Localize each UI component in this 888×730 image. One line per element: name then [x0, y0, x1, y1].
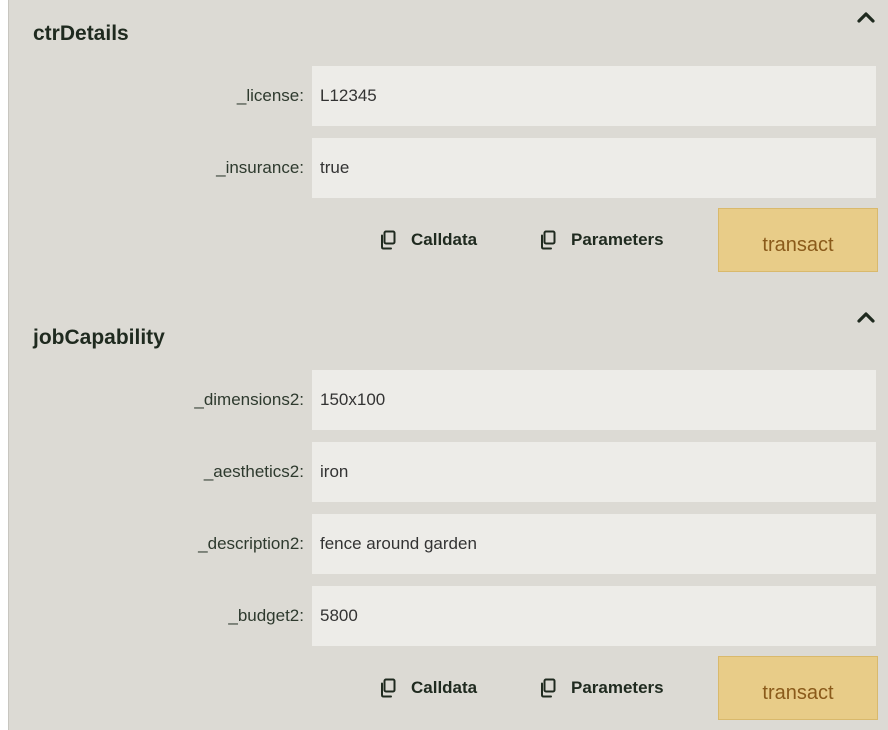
calldata-label: Calldata [411, 678, 478, 697]
copy-calldata-button[interactable]: Calldata [379, 678, 477, 698]
copy-icon [381, 230, 396, 250]
field-row-aesthetics2: _aesthetics2: [9, 442, 888, 504]
budget2-input[interactable] [312, 586, 876, 646]
parameters-label: Parameters [571, 678, 664, 697]
field-label: _dimensions2: [194, 390, 304, 409]
calldata-label: Calldata [411, 230, 478, 249]
section-title: jobCapability [33, 326, 165, 349]
license-input[interactable] [312, 66, 876, 126]
copy-icon [541, 678, 556, 698]
dimensions2-input[interactable] [312, 370, 876, 430]
function-panel: ctrDetails _license: _insurance: Calldat… [8, 0, 888, 730]
field-label: _description2: [198, 534, 304, 553]
insurance-input[interactable] [312, 138, 876, 198]
field-row-insurance: _insurance: [9, 138, 888, 200]
field-label: _insurance: [216, 158, 304, 177]
copy-icon [541, 230, 556, 250]
section-jobcapability: jobCapability _dimensions2: _aesthetics2… [9, 300, 888, 730]
transact-button[interactable]: transact [718, 656, 878, 720]
field-row-license: _license: [9, 66, 888, 128]
copy-parameters-button[interactable]: Parameters [539, 230, 664, 250]
field-label: _aesthetics2: [203, 462, 304, 481]
section-ctrdetails: ctrDetails _license: _insurance: Calldat… [9, 0, 888, 290]
field-label: _budget2: [228, 606, 304, 625]
field-row-description2: _description2: [9, 514, 888, 576]
parameters-label: Parameters [571, 230, 664, 249]
chevron-up-icon[interactable] [857, 10, 875, 24]
copy-calldata-button[interactable]: Calldata [379, 230, 477, 250]
chevron-up-icon[interactable] [857, 310, 875, 324]
field-row-budget2: _budget2: [9, 586, 888, 648]
aesthetics2-input[interactable] [312, 442, 876, 502]
section-title: ctrDetails [33, 22, 129, 45]
description2-input[interactable] [312, 514, 876, 574]
actions-row: Calldata Parameters transact [9, 656, 888, 722]
transact-button[interactable]: transact [718, 208, 878, 272]
field-label: _license: [236, 86, 304, 105]
copy-icon [381, 678, 396, 698]
field-row-dimensions2: _dimensions2: [9, 370, 888, 432]
copy-parameters-button[interactable]: Parameters [539, 678, 664, 698]
actions-row: Calldata Parameters transact [9, 208, 888, 274]
